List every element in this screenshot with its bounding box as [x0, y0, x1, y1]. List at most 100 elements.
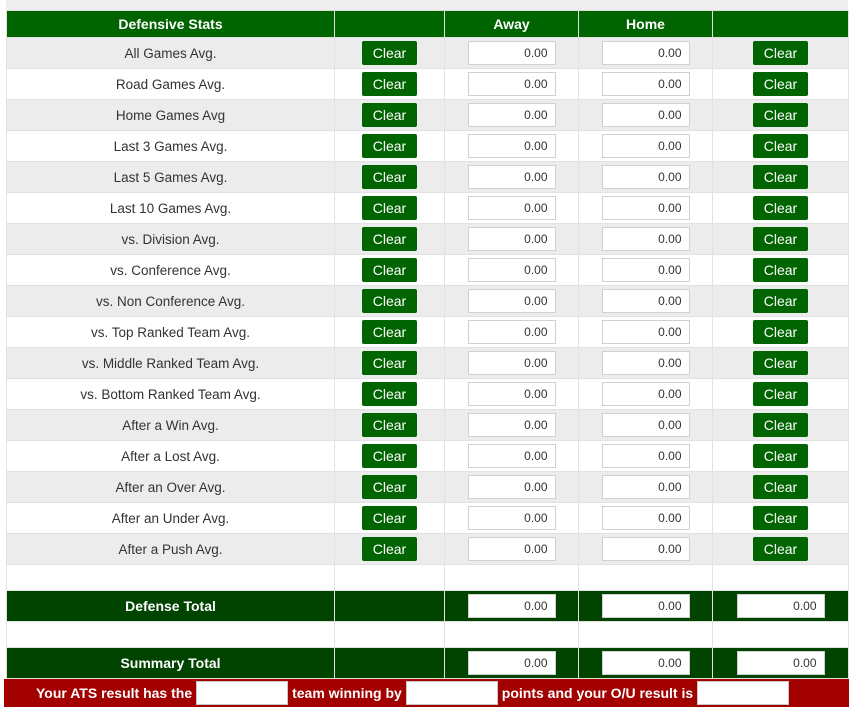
home-value-input[interactable]	[601, 227, 690, 251]
clear-away-button[interactable]: Clear	[362, 196, 417, 220]
table-row: vs. Non Conference Avg. Clear Clear	[6, 285, 849, 317]
away-value-input[interactable]	[467, 258, 556, 282]
summary-total-combined-input[interactable]	[736, 651, 825, 675]
clear-home-button[interactable]: Clear	[753, 289, 808, 313]
home-value-input[interactable]	[601, 506, 690, 530]
away-value-input[interactable]	[467, 475, 556, 499]
result-text-ou: points and your O/U result is	[501, 685, 694, 701]
home-value-input[interactable]	[601, 258, 690, 282]
row-label: Road Games Avg.	[6, 68, 335, 100]
defense-total-combined-input[interactable]	[736, 594, 825, 618]
table-row: All Games Avg. Clear Clear	[6, 37, 849, 69]
away-value-input[interactable]	[467, 196, 556, 220]
clear-away-button[interactable]: Clear	[362, 537, 417, 561]
clear-home-button[interactable]: Clear	[753, 258, 808, 282]
ou-result-input[interactable]	[697, 681, 790, 705]
clear-home-button[interactable]: Clear	[753, 506, 808, 530]
clear-home-button[interactable]: Clear	[753, 444, 808, 468]
clear-home-button[interactable]: Clear	[753, 103, 808, 127]
home-value-input[interactable]	[601, 289, 690, 313]
clear-away-button[interactable]: Clear	[362, 382, 417, 406]
defense-total-home-input[interactable]	[601, 594, 690, 618]
clear-home-button[interactable]: Clear	[753, 351, 808, 375]
clear-home-button[interactable]: Clear	[753, 165, 808, 189]
clear-home-button[interactable]: Clear	[753, 227, 808, 251]
clear-home-button[interactable]: Clear	[753, 320, 808, 344]
table-row: After a Lost Avg. Clear Clear	[6, 440, 849, 472]
home-value-input[interactable]	[601, 103, 690, 127]
away-value-input[interactable]	[467, 72, 556, 96]
table-row: Last 10 Games Avg. Clear Clear	[6, 192, 849, 224]
clear-away-button[interactable]: Clear	[362, 41, 417, 65]
home-value-input[interactable]	[601, 537, 690, 561]
clear-home-button[interactable]: Clear	[753, 382, 808, 406]
clear-away-button[interactable]: Clear	[362, 165, 417, 189]
home-value-input[interactable]	[601, 72, 690, 96]
home-value-input[interactable]	[601, 413, 690, 437]
clear-away-button[interactable]: Clear	[362, 227, 417, 251]
row-label: vs. Conference Avg.	[6, 254, 335, 286]
result-text-winning: team winning by	[292, 685, 402, 701]
away-value-input[interactable]	[467, 41, 556, 65]
row-label: Last 5 Games Avg.	[6, 161, 335, 193]
winning-by-input[interactable]	[405, 681, 498, 705]
away-value-input[interactable]	[467, 351, 556, 375]
defensive-stats-table: Defensive Stats Away Home All Games Avg.…	[6, 10, 849, 679]
away-value-input[interactable]	[467, 537, 556, 561]
away-value-input[interactable]	[467, 413, 556, 437]
away-value-input[interactable]	[467, 227, 556, 251]
clear-home-button[interactable]: Clear	[753, 196, 808, 220]
home-value-input[interactable]	[601, 444, 690, 468]
clear-away-button[interactable]: Clear	[362, 103, 417, 127]
away-value-input[interactable]	[467, 506, 556, 530]
away-value-input[interactable]	[467, 134, 556, 158]
clear-away-button[interactable]: Clear	[362, 444, 417, 468]
away-value-input[interactable]	[467, 382, 556, 406]
home-value-input[interactable]	[601, 320, 690, 344]
table-row: Last 5 Games Avg. Clear Clear	[6, 161, 849, 193]
row-label: vs. Division Avg.	[6, 223, 335, 255]
clear-home-button[interactable]: Clear	[753, 72, 808, 96]
clear-away-button[interactable]: Clear	[362, 475, 417, 499]
defense-total-away-input[interactable]	[467, 594, 556, 618]
row-label: Last 10 Games Avg.	[6, 192, 335, 224]
header-home: Home	[578, 10, 713, 38]
summary-total-away-input[interactable]	[467, 651, 556, 675]
away-value-input[interactable]	[467, 103, 556, 127]
stats-rows: All Games Avg. Clear Clear Road Games Avg. C…	[6, 37, 849, 565]
clear-away-button[interactable]: Clear	[362, 413, 417, 437]
clear-away-button[interactable]: Clear	[362, 258, 417, 282]
spacer-row	[6, 621, 849, 648]
clear-home-button[interactable]: Clear	[753, 475, 808, 499]
header-blank-2	[712, 10, 849, 38]
clear-home-button[interactable]: Clear	[753, 537, 808, 561]
table-row: vs. Middle Ranked Team Avg. Clear Clear	[6, 347, 849, 379]
away-value-input[interactable]	[467, 165, 556, 189]
clear-home-button[interactable]: Clear	[753, 413, 808, 437]
clear-home-button[interactable]: Clear	[753, 134, 808, 158]
home-value-input[interactable]	[601, 196, 690, 220]
clear-away-button[interactable]: Clear	[362, 134, 417, 158]
row-label: Home Games Avg	[6, 99, 335, 131]
home-value-input[interactable]	[601, 165, 690, 189]
clear-home-button[interactable]: Clear	[753, 41, 808, 65]
away-value-input[interactable]	[467, 444, 556, 468]
clear-away-button[interactable]: Clear	[362, 506, 417, 530]
clear-away-button[interactable]: Clear	[362, 72, 417, 96]
summary-total-row: Summary Total	[6, 647, 849, 679]
row-label: After a Lost Avg.	[6, 440, 335, 472]
away-value-input[interactable]	[467, 289, 556, 313]
home-value-input[interactable]	[601, 475, 690, 499]
clear-away-button[interactable]: Clear	[362, 351, 417, 375]
clear-away-button[interactable]: Clear	[362, 289, 417, 313]
home-value-input[interactable]	[601, 382, 690, 406]
summary-total-home-input[interactable]	[601, 651, 690, 675]
home-value-input[interactable]	[601, 351, 690, 375]
ats-team-input[interactable]	[196, 681, 289, 705]
away-value-input[interactable]	[467, 320, 556, 344]
row-label: After a Push Avg.	[6, 533, 335, 565]
home-value-input[interactable]	[601, 41, 690, 65]
summary-total-label: Summary Total	[6, 647, 335, 679]
clear-away-button[interactable]: Clear	[362, 320, 417, 344]
home-value-input[interactable]	[601, 134, 690, 158]
